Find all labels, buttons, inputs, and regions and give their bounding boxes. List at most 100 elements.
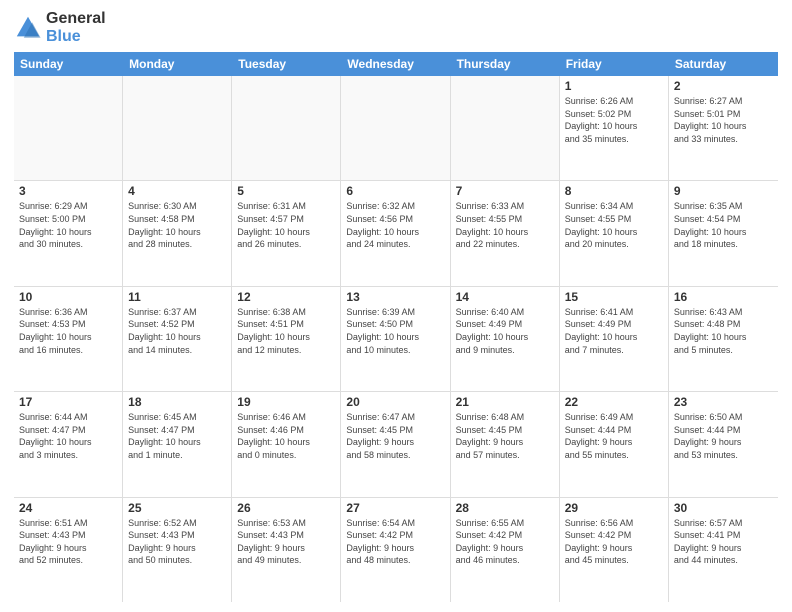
header-day-sunday: Sunday: [14, 52, 123, 76]
day-info: Sunrise: 6:31 AM Sunset: 4:57 PM Dayligh…: [237, 200, 335, 250]
day-info: Sunrise: 6:27 AM Sunset: 5:01 PM Dayligh…: [674, 95, 773, 145]
calendar-cell: 29 Sunrise: 6:56 AM Sunset: 4:42 PM Dayli…: [560, 498, 669, 602]
calendar: SundayMondayTuesdayWednesdayThursdayFrid…: [14, 52, 778, 602]
header-day-wednesday: Wednesday: [341, 52, 450, 76]
day-info: Sunrise: 6:32 AM Sunset: 4:56 PM Dayligh…: [346, 200, 444, 250]
day-number: 11: [128, 290, 226, 304]
header-day-monday: Monday: [123, 52, 232, 76]
day-info: Sunrise: 6:37 AM Sunset: 4:52 PM Dayligh…: [128, 306, 226, 356]
day-number: 25: [128, 501, 226, 515]
day-info: Sunrise: 6:33 AM Sunset: 4:55 PM Dayligh…: [456, 200, 554, 250]
day-info: Sunrise: 6:53 AM Sunset: 4:43 PM Dayligh…: [237, 517, 335, 567]
calendar-cell: 13Sunrise: 6:39 AM Sunset: 4:50 PM Dayli…: [341, 287, 450, 391]
calendar-cell: 6Sunrise: 6:32 AM Sunset: 4:56 PM Daylig…: [341, 181, 450, 285]
calendar-cell: 19Sunrise: 6:46 AM Sunset: 4:46 PM Dayli…: [232, 392, 341, 496]
calendar-cell: 9 Sunrise: 6:35 AM Sunset: 4:54 PM Daylig…: [669, 181, 778, 285]
day-number: 12: [237, 290, 335, 304]
calendar-week-1: 3Sunrise: 6:29 AM Sunset: 5:00 PM Daylig…: [14, 181, 778, 286]
header-day-thursday: Thursday: [451, 52, 560, 76]
day-info: Sunrise: 6:54 AM Sunset: 4:42 PM Dayligh…: [346, 517, 444, 567]
day-number: 18: [128, 395, 226, 409]
day-info: Sunrise: 6:38 AM Sunset: 4:51 PM Dayligh…: [237, 306, 335, 356]
calendar-cell: 14 Sunrise: 6:40 AM Sunset: 4:49 PM Dayli…: [451, 287, 560, 391]
calendar-cell: 1Sunrise: 6:26 AM Sunset: 5:02 PM Daylig…: [560, 76, 669, 180]
day-info: Sunrise: 6:45 AM Sunset: 4:47 PM Dayligh…: [128, 411, 226, 461]
day-number: 30: [674, 501, 773, 515]
logo-text: General Blue: [46, 10, 106, 46]
header-day-tuesday: Tuesday: [232, 52, 341, 76]
day-number: 4: [128, 184, 226, 198]
calendar-header: SundayMondayTuesdayWednesdayThursdayFrid…: [14, 52, 778, 76]
calendar-cell: 26 Sunrise: 6:53 AM Sunset: 4:43 PM Dayli…: [232, 498, 341, 602]
day-info: Sunrise: 6:50 AM Sunset: 4:44 PM Dayligh…: [674, 411, 773, 461]
day-number: 26: [237, 501, 335, 515]
day-info: Sunrise: 6:57 AM Sunset: 4:41 PM Dayligh…: [674, 517, 773, 567]
calendar-week-2: 10 Sunrise: 6:36 AM Sunset: 4:53 PM Dayli…: [14, 287, 778, 392]
calendar-cell: [123, 76, 232, 180]
day-number: 28: [456, 501, 554, 515]
calendar-cell: 21 Sunrise: 6:48 AM Sunset: 4:45 PM Dayli…: [451, 392, 560, 496]
page: General Blue SundayMondayTuesdayWednesda…: [0, 0, 792, 612]
day-info: Sunrise: 6:55 AM Sunset: 4:42 PM Dayligh…: [456, 517, 554, 567]
day-number: 7: [456, 184, 554, 198]
day-info: Sunrise: 6:51 AM Sunset: 4:43 PM Dayligh…: [19, 517, 117, 567]
day-info: Sunrise: 6:48 AM Sunset: 4:45 PM Dayligh…: [456, 411, 554, 461]
day-info: Sunrise: 6:26 AM Sunset: 5:02 PM Dayligh…: [565, 95, 663, 145]
day-number: 27: [346, 501, 444, 515]
day-number: 24: [19, 501, 117, 515]
day-number: 9: [674, 184, 773, 198]
calendar-cell: 27 Sunrise: 6:54 AM Sunset: 4:42 PM Dayli…: [341, 498, 450, 602]
day-info: Sunrise: 6:49 AM Sunset: 4:44 PM Dayligh…: [565, 411, 663, 461]
day-info: Sunrise: 6:30 AM Sunset: 4:58 PM Dayligh…: [128, 200, 226, 250]
calendar-cell: 23Sunrise: 6:50 AM Sunset: 4:44 PM Dayli…: [669, 392, 778, 496]
day-info: Sunrise: 6:29 AM Sunset: 5:00 PM Dayligh…: [19, 200, 117, 250]
day-number: 22: [565, 395, 663, 409]
calendar-cell: 5Sunrise: 6:31 AM Sunset: 4:57 PM Daylig…: [232, 181, 341, 285]
day-info: Sunrise: 6:41 AM Sunset: 4:49 PM Dayligh…: [565, 306, 663, 356]
day-info: Sunrise: 6:34 AM Sunset: 4:55 PM Dayligh…: [565, 200, 663, 250]
calendar-cell: 17 Sunrise: 6:44 AM Sunset: 4:47 PM Dayli…: [14, 392, 123, 496]
day-number: 15: [565, 290, 663, 304]
day-number: 14: [456, 290, 554, 304]
calendar-cell: 11 Sunrise: 6:37 AM Sunset: 4:52 PM Dayli…: [123, 287, 232, 391]
calendar-body: 1Sunrise: 6:26 AM Sunset: 5:02 PM Daylig…: [14, 76, 778, 602]
day-number: 2: [674, 79, 773, 93]
calendar-cell: 30 Sunrise: 6:57 AM Sunset: 4:41 PM Dayli…: [669, 498, 778, 602]
day-info: Sunrise: 6:43 AM Sunset: 4:48 PM Dayligh…: [674, 306, 773, 356]
day-number: 10: [19, 290, 117, 304]
day-number: 21: [456, 395, 554, 409]
calendar-cell: 16 Sunrise: 6:43 AM Sunset: 4:48 PM Dayli…: [669, 287, 778, 391]
day-number: 20: [346, 395, 444, 409]
calendar-cell: 25 Sunrise: 6:52 AM Sunset: 4:43 PM Dayli…: [123, 498, 232, 602]
day-number: 17: [19, 395, 117, 409]
day-info: Sunrise: 6:39 AM Sunset: 4:50 PM Dayligh…: [346, 306, 444, 356]
calendar-cell: 3Sunrise: 6:29 AM Sunset: 5:00 PM Daylig…: [14, 181, 123, 285]
calendar-cell: 15 Sunrise: 6:41 AM Sunset: 4:49 PM Dayli…: [560, 287, 669, 391]
day-info: Sunrise: 6:35 AM Sunset: 4:54 PM Dayligh…: [674, 200, 773, 250]
day-info: Sunrise: 6:52 AM Sunset: 4:43 PM Dayligh…: [128, 517, 226, 567]
logo: General Blue: [14, 10, 106, 46]
calendar-week-0: 1Sunrise: 6:26 AM Sunset: 5:02 PM Daylig…: [14, 76, 778, 181]
calendar-cell: 10 Sunrise: 6:36 AM Sunset: 4:53 PM Dayli…: [14, 287, 123, 391]
calendar-cell: [451, 76, 560, 180]
calendar-cell: 7 Sunrise: 6:33 AM Sunset: 4:55 PM Daylig…: [451, 181, 560, 285]
logo-icon: [14, 14, 42, 42]
day-info: Sunrise: 6:44 AM Sunset: 4:47 PM Dayligh…: [19, 411, 117, 461]
day-number: 8: [565, 184, 663, 198]
header-day-saturday: Saturday: [669, 52, 778, 76]
day-info: Sunrise: 6:56 AM Sunset: 4:42 PM Dayligh…: [565, 517, 663, 567]
calendar-week-3: 17 Sunrise: 6:44 AM Sunset: 4:47 PM Dayli…: [14, 392, 778, 497]
calendar-cell: [341, 76, 450, 180]
calendar-cell: 8 Sunrise: 6:34 AM Sunset: 4:55 PM Daylig…: [560, 181, 669, 285]
header-day-friday: Friday: [560, 52, 669, 76]
day-number: 16: [674, 290, 773, 304]
day-number: 29: [565, 501, 663, 515]
day-info: Sunrise: 6:46 AM Sunset: 4:46 PM Dayligh…: [237, 411, 335, 461]
day-info: Sunrise: 6:36 AM Sunset: 4:53 PM Dayligh…: [19, 306, 117, 356]
calendar-cell: 18 Sunrise: 6:45 AM Sunset: 4:47 PM Dayli…: [123, 392, 232, 496]
calendar-cell: 20Sunrise: 6:47 AM Sunset: 4:45 PM Dayli…: [341, 392, 450, 496]
day-info: Sunrise: 6:40 AM Sunset: 4:49 PM Dayligh…: [456, 306, 554, 356]
calendar-cell: [14, 76, 123, 180]
header: General Blue: [14, 10, 778, 46]
calendar-cell: 24 Sunrise: 6:51 AM Sunset: 4:43 PM Dayli…: [14, 498, 123, 602]
